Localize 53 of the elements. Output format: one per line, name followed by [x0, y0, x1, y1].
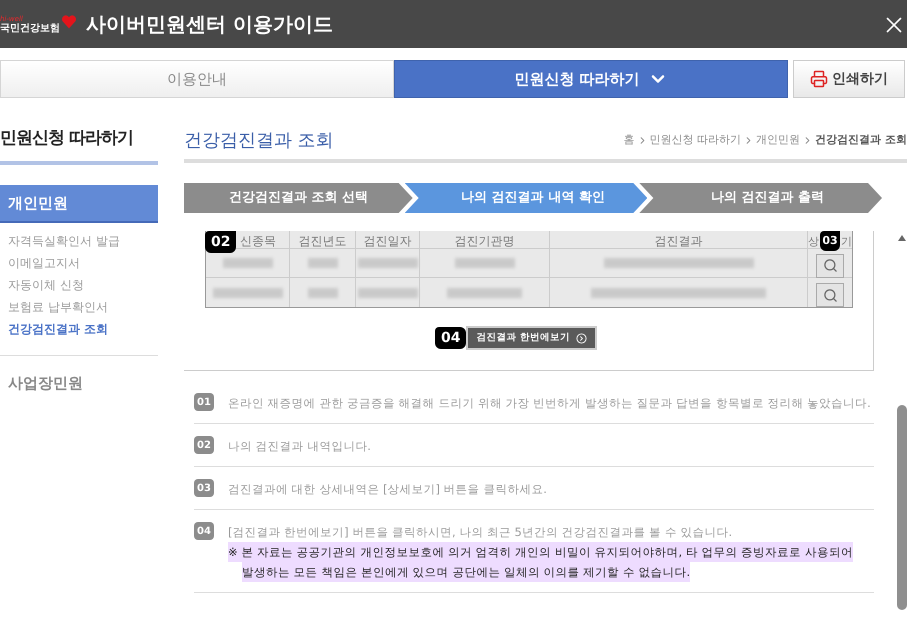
note-text: [검진결과 한번에보기] 버튼을 클릭하시면, 나의 최근 5년간의 건강검진결과를 볼 수 있습니다. — [228, 524, 734, 541]
sidebar-item[interactable]: 자격득실확인서 발급 — [8, 232, 158, 250]
column-header: 검진일자 — [364, 235, 412, 248]
sidebar-item[interactable]: 건강검진결과 조회 — [8, 320, 158, 338]
scrollbar-thumb[interactable] — [897, 405, 907, 610]
breadcrumb-link[interactable]: 건강검진결과 조회 — [815, 132, 907, 148]
search-icon — [822, 288, 838, 302]
heart-icon — [61, 14, 77, 30]
breadcrumb-link[interactable]: 개인민원 — [756, 132, 800, 148]
tab[interactable]: 이용안내 — [0, 60, 394, 98]
sidebar-title: 민원신청 따라하기 — [0, 127, 133, 150]
number-badge: 02 — [194, 436, 214, 454]
printer-icon — [810, 70, 828, 88]
sidebar-group[interactable]: 사업장민원 — [0, 364, 158, 402]
logo-text: 국민건강보험 — [0, 23, 60, 36]
number-badge: 04 — [194, 522, 214, 540]
sidebar-item[interactable]: 자동이체 신청 — [8, 276, 158, 294]
column-header: 검진기관명 — [454, 235, 514, 248]
number-badge: 03 — [194, 479, 214, 497]
blurred-text — [308, 258, 338, 268]
sidebar-group[interactable]: 개인민원 — [0, 185, 158, 223]
breadcrumb-link[interactable]: 홈 — [624, 132, 635, 148]
blurred-text — [454, 258, 514, 268]
warning-text: 발생하는 모든 책임은 본인에게 있으며 공단에는 일체의 이의를 제기할 수 없습니다. — [242, 562, 690, 582]
note-text: 온라인 재증명에 관한 궁금증을 해결해 드리기 위해 가장 빈번하게 발생하는 질문과 답변을 항목별로 정리해 놓았습니다. — [228, 395, 871, 412]
sidebar-item[interactable]: 이메일고지서 — [8, 254, 158, 272]
arrow-circle-icon — [576, 332, 587, 344]
view-all-button[interactable]: 검진결과 한번에보기 — [466, 326, 597, 350]
blurred-text — [222, 258, 272, 268]
detail-button[interactable] — [816, 254, 844, 278]
breadcrumb-link[interactable]: 민원신청 따라하기 — [650, 132, 742, 148]
page-title: 건강검진결과 조회 — [184, 128, 334, 152]
tab[interactable]: 민원신청 따라하기 — [394, 60, 788, 98]
note-text: 나의 검진결과 내역입니다. — [228, 438, 371, 455]
scroll-up-icon[interactable] — [898, 235, 906, 241]
column-header: 기 — [841, 235, 852, 248]
search-icon — [822, 258, 838, 273]
warning-text: ※ 본 자료는 공공기관의 개인정보보호에 의거 엄격히 개인의 비밀이 유지되어야하며, 타 업무의 증빙자료로 사용되어 — [228, 542, 853, 562]
print-button[interactable]: 인쇄하기 — [793, 60, 905, 98]
step-number-badge: 02 — [205, 231, 236, 253]
column-header: 신종목 — [240, 235, 276, 248]
column-header: 검진년도 — [298, 235, 346, 248]
detail-button[interactable] — [816, 283, 844, 307]
note-text: 검진결과에 대한 상세내역은 [상세보기] 버튼을 클릭하세요. — [228, 481, 547, 498]
step-number-badge: 03 — [820, 231, 840, 251]
sidebar-item[interactable]: 보험료 납부확인서 — [8, 298, 158, 316]
blurred-text — [212, 288, 282, 298]
step-number-badge: 04 — [435, 327, 466, 349]
window-title: 사이버민원센터 이용가이드 — [86, 11, 333, 38]
column-header: 상 — [808, 235, 819, 248]
blurred-text — [308, 288, 338, 298]
column-header: 검진결과 — [654, 235, 702, 248]
number-badge: 01 — [194, 393, 214, 411]
